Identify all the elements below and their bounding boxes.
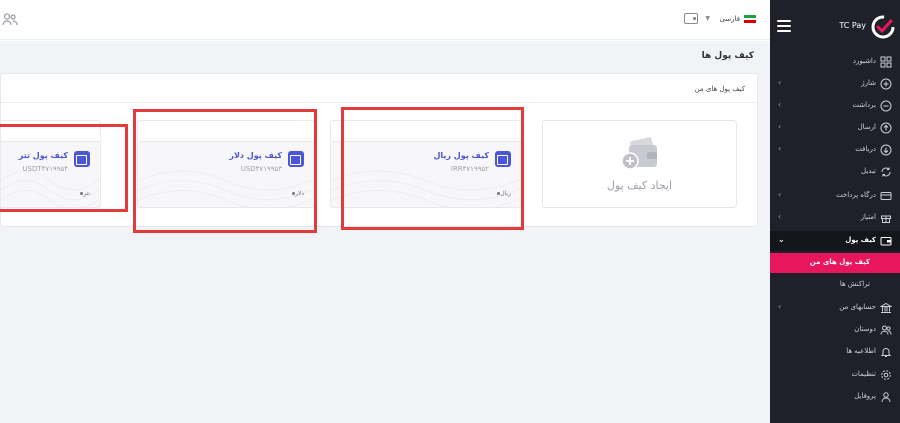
- sidebar-item-payment-gateway[interactable]: درگاه پرداخت ‹: [770, 186, 900, 206]
- add-wallet-icon: [621, 137, 657, 170]
- sidebar-subitem-my-wallets[interactable]: کیف پول های من: [770, 253, 900, 273]
- wallet-card-rial[interactable]: کیف پول ریال IRR۴۷۱۹۹۵۲ ریال: [330, 141, 522, 208]
- wallet-icon: [288, 151, 304, 167]
- wallet-currency: دلار: [290, 190, 304, 197]
- wallet-name: کیف پول دلار: [229, 151, 282, 160]
- top-bar: فارسی ▼: [0, 0, 770, 40]
- sidebar-item-label: تنظیمات: [851, 370, 876, 378]
- wallet-name: کیف پول ریال: [433, 151, 489, 160]
- users-icon: [880, 325, 892, 335]
- chevron-left-icon: ‹: [778, 144, 782, 153]
- main-content: کیف پول ها کیف پول های من: [0, 41, 770, 423]
- sidebar-item-label: اطلاعیه ها: [846, 347, 876, 355]
- subitem-label: کیف پول های من: [809, 258, 870, 266]
- sidebar-item-wallet[interactable]: کیف پول ⌄: [770, 231, 900, 251]
- sidebar-item-label: داشبورد: [852, 57, 876, 65]
- sidebar-item-convert[interactable]: تبدیل: [770, 162, 900, 182]
- language-label: فارسی: [719, 15, 740, 23]
- brand: TC Pay: [774, 14, 896, 40]
- sidebar-item-dashboard[interactable]: داشبورد: [770, 52, 900, 72]
- tc-pay-logo: [871, 15, 895, 39]
- sidebar-item-label: ارسال: [857, 123, 876, 131]
- bank-icon: [880, 302, 892, 313]
- card-icon: [880, 192, 892, 200]
- sidebar-item-points[interactable]: امتیاز ‹: [770, 208, 900, 228]
- page-title: کیف پول ها: [701, 51, 754, 61]
- wallet-icon[interactable]: [684, 13, 698, 24]
- chevron-down-icon: ⌄: [778, 235, 785, 244]
- iran-flag-icon: [744, 15, 756, 23]
- plus-circle-icon: [880, 78, 892, 90]
- sidebar-item-settings[interactable]: تنظیمات: [770, 365, 900, 385]
- refresh-icon: [881, 167, 891, 177]
- gift-icon: [881, 215, 891, 223]
- arrow-up-circle-icon: [880, 122, 892, 134]
- wallet-card-dollar[interactable]: کیف پول دلار USD۴۷۱۹۹۵۳ دلار: [137, 141, 315, 208]
- sidebar-subitem-transactions[interactable]: تراکنش ها: [770, 275, 900, 295]
- wallet-icon: [880, 237, 892, 246]
- bell-icon: [880, 348, 892, 357]
- minus-circle-icon: [880, 100, 892, 112]
- sidebar-item-charge[interactable]: شارژ ‹: [770, 74, 900, 94]
- wallet-currency-label: دلار: [295, 190, 304, 197]
- wallet-card-header: [330, 120, 522, 141]
- sidebar-item-label: امتیاز: [860, 213, 876, 221]
- sidebar-item-label: کیف پول: [845, 236, 876, 244]
- wallet-card-tether[interactable]: کیف پول تتر USDT۴۷۱۹۹۵۴ تتر: [0, 141, 101, 208]
- sidebar-item-send[interactable]: ارسال ‹: [770, 118, 900, 138]
- sidebar-item-label: برداشت: [852, 101, 876, 109]
- wallet-code: USD۴۷۱۹۹۵۳: [240, 165, 282, 173]
- wallet-card-header: [0, 120, 101, 141]
- wallet-currency: ریال: [495, 190, 511, 197]
- wallet-icon: [74, 151, 90, 167]
- panel-divider: [1, 102, 757, 103]
- create-wallet-card[interactable]: ایجاد کیف پول: [542, 120, 737, 208]
- sidebar-item-label: درگاه پرداخت: [836, 191, 876, 199]
- gear-icon: [881, 370, 891, 380]
- chevron-left-icon: ‹: [778, 78, 782, 87]
- card-background-pattern: [331, 170, 521, 207]
- grid-icon: [880, 56, 892, 68]
- wallet-code: USDT۴۷۱۹۹۵۴: [22, 165, 68, 173]
- caret-down-icon: ▼: [705, 15, 710, 22]
- create-wallet-label: ایجاد کیف پول: [606, 179, 673, 192]
- subitem-label: تراکنش ها: [839, 280, 870, 288]
- sidebar: TC Pay داشبورد شارژ ‹ برداشت ‹ ارسال ‹ د…: [770, 0, 900, 423]
- sidebar-item-label: شارژ: [861, 79, 876, 87]
- panel-title: کیف پول های من: [694, 85, 745, 93]
- sidebar-item-accounts[interactable]: حسابهای من ‹: [770, 298, 900, 318]
- wallet-name: کیف پول تتر: [18, 151, 68, 160]
- sidebar-item-label: تبدیل: [861, 167, 876, 175]
- chevron-left-icon: ‹: [778, 302, 782, 311]
- sidebar-item-label: دوستان: [854, 325, 876, 333]
- wallet-currency: تتر: [78, 190, 90, 197]
- users-icon[interactable]: [2, 12, 18, 26]
- wallet-currency-label: تتر: [83, 190, 90, 197]
- brand-name: TC Pay: [839, 21, 866, 30]
- chevron-left-icon: ‹: [778, 122, 782, 131]
- sidebar-item-friends[interactable]: دوستان: [770, 320, 900, 340]
- user-icon: [881, 392, 891, 403]
- chevron-left-icon: ‹: [778, 100, 782, 109]
- sidebar-item-profile[interactable]: پروفایل: [770, 387, 900, 407]
- chevron-left-icon: ‹: [778, 190, 782, 199]
- sidebar-item-label: دریافت: [855, 145, 876, 153]
- sidebar-item-receive[interactable]: دریافت ‹: [770, 140, 900, 160]
- menu-toggle-icon[interactable]: [777, 20, 791, 32]
- chevron-left-icon: ‹: [778, 212, 782, 221]
- sidebar-item-label: حسابهای من: [839, 303, 876, 311]
- arrow-down-circle-icon: [880, 144, 892, 156]
- wallet-code: IRR۴۷۱۹۹۵۲: [450, 165, 489, 173]
- sidebar-item-label: پروفایل: [854, 392, 876, 400]
- wallet-card-header: [137, 120, 315, 141]
- sidebar-item-withdraw[interactable]: برداشت ‹: [770, 96, 900, 116]
- sidebar-item-notifications[interactable]: اطلاعیه ها: [770, 342, 900, 362]
- wallet-icon: [495, 151, 511, 167]
- wallet-currency-label: ریال: [500, 190, 511, 197]
